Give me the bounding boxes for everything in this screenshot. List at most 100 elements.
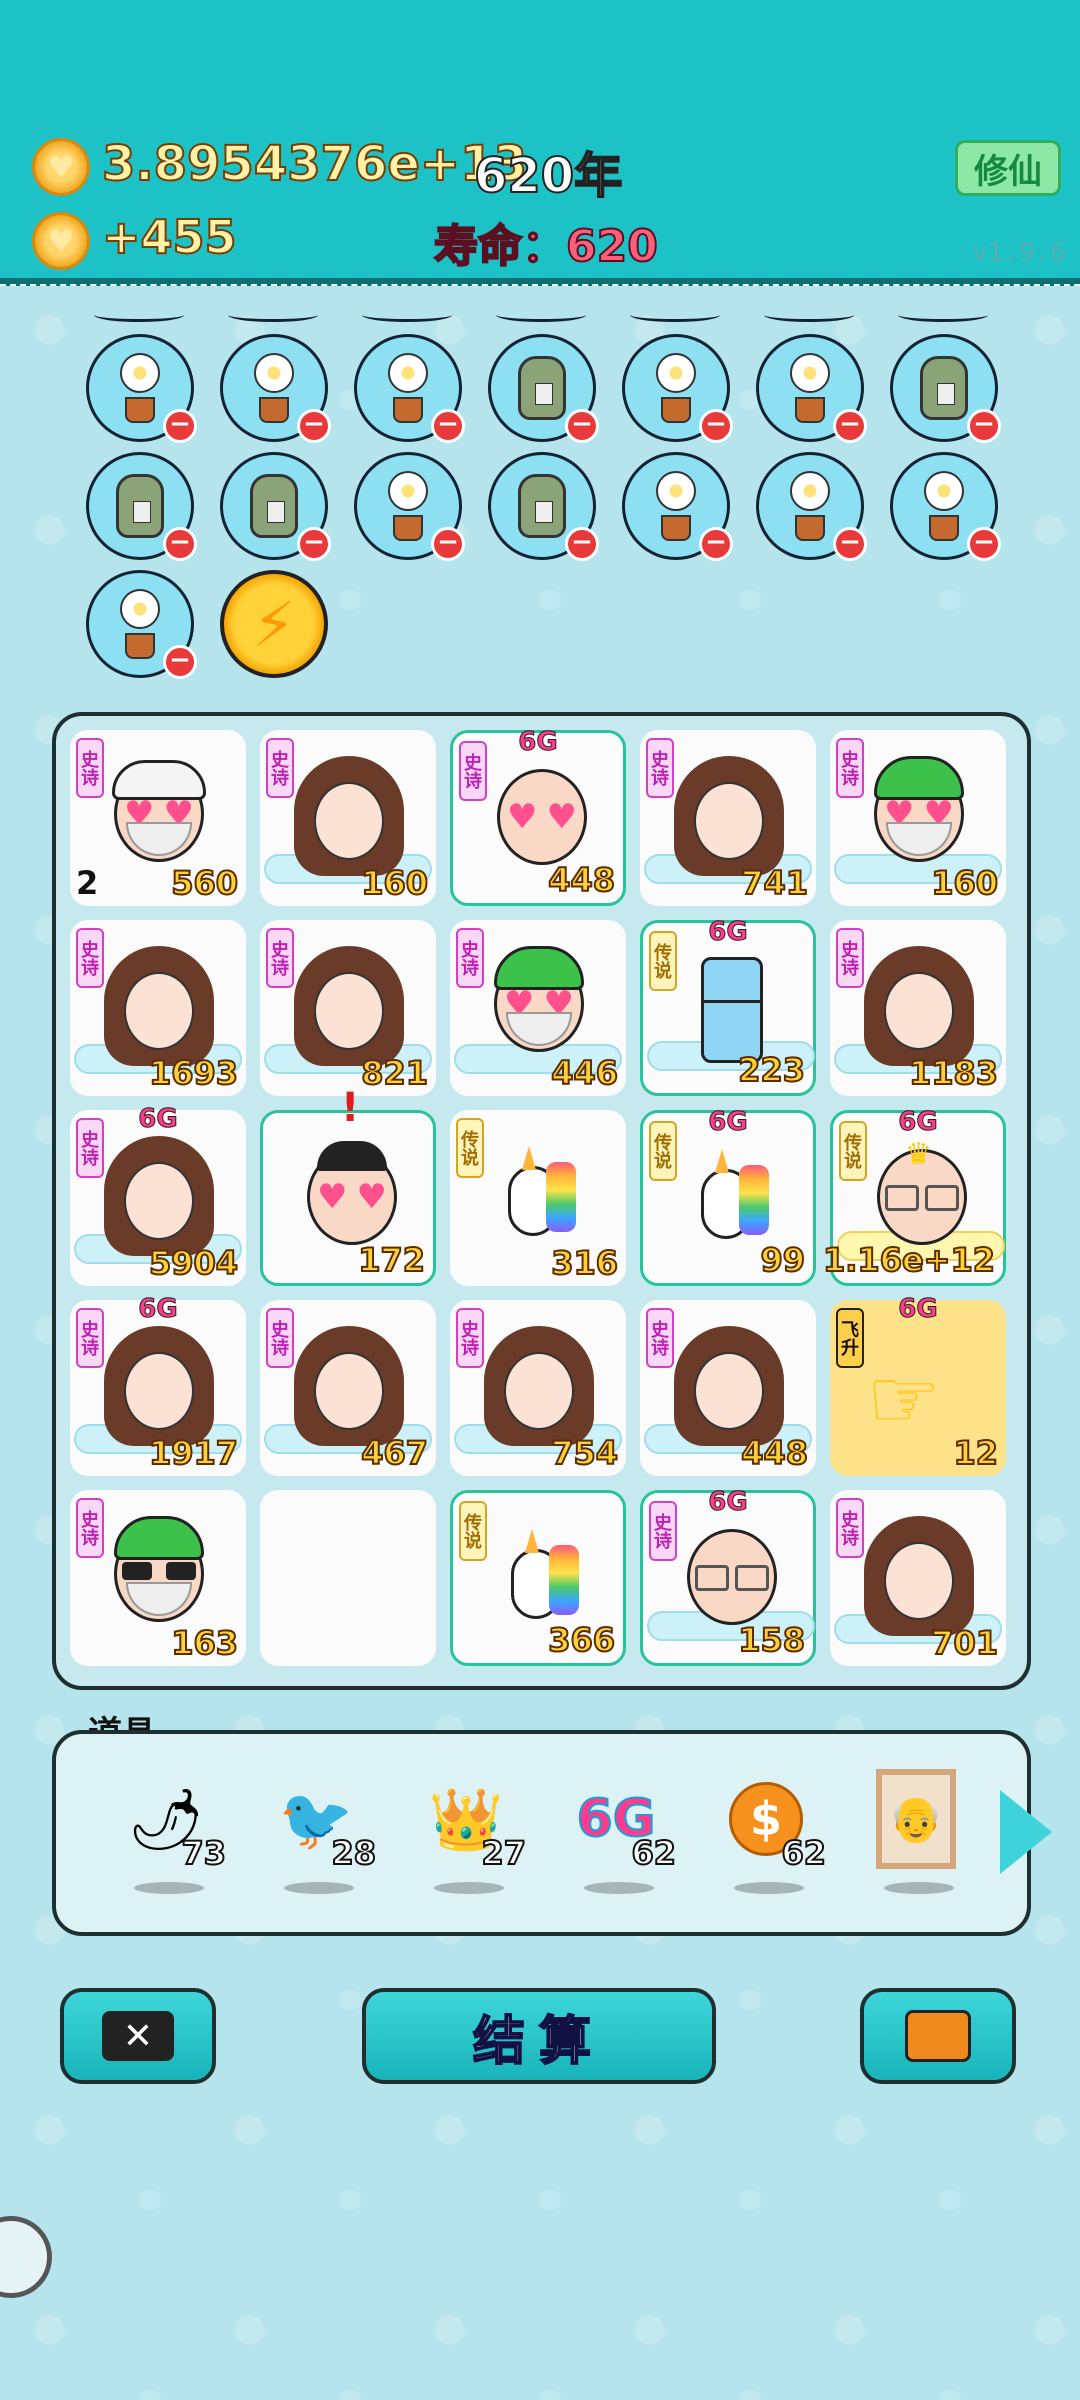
briefcase-icon [905,2010,971,2062]
close-icon: ✕ [102,2011,174,2061]
settle-button[interactable]: 结算 [362,1988,716,2084]
inventory-bubble[interactable]: − [86,452,197,561]
board-cell[interactable]: 史诗 6G 448 [450,727,626,906]
item-slot[interactable]: 👴 [866,1769,976,1894]
board-cell[interactable]: 史诗 2 560 [70,730,246,906]
bubble-partial [764,308,854,322]
board-cell[interactable]: 史诗 701 [830,1490,1006,1666]
item-count: 28 [330,1833,377,1873]
board-cell[interactable]: 史诗 446 [450,920,626,1096]
sack-icon [920,356,968,420]
board-cell[interactable]: 史诗 754 [450,1300,626,1476]
item-count: 27 [480,1833,527,1873]
inventory-bubble[interactable]: − [354,334,465,443]
board-cell[interactable]: 史诗 160 [830,730,1006,906]
minus-icon[interactable]: − [699,409,733,443]
inventory-bubble[interactable]: − [622,452,733,561]
board-cell[interactable]: 史诗 467 [260,1300,436,1476]
fridge-icon [701,957,763,1063]
inventory-bubble[interactable]: − [756,334,867,443]
minus-icon[interactable]: − [833,409,867,443]
item-slot[interactable]: 🌶 73 [116,1774,227,1894]
inventory-bubble[interactable]: − [220,452,331,561]
empty-cell[interactable] [260,1490,436,1666]
items-panel: 🌶 73 🐦 28 👑 27 6G 62 $62 👴 [52,1730,1031,1936]
minus-icon[interactable]: − [163,409,197,443]
minus-icon[interactable]: − [431,409,465,443]
lightning-boost-icon[interactable]: ⚡ [220,570,328,678]
rarity-tag: 传说 [459,1501,487,1561]
inventory-bubble[interactable]: − [488,334,599,443]
inventory-bubble[interactable]: − [622,334,733,443]
items-next-arrow-icon[interactable] [1000,1790,1052,1874]
minus-icon[interactable]: − [163,527,197,561]
rarity-tag: 史诗 [266,738,294,798]
board-cell[interactable]: 史诗 6G 5904 [70,1104,246,1286]
board-cell[interactable]: 史诗 1183 [830,920,1006,1096]
inventory-bubble[interactable]: − [220,334,331,443]
inventory-bubble[interactable]: − [86,334,197,443]
minus-icon[interactable]: − [565,527,599,561]
minus-icon[interactable]: − [967,409,1001,443]
item-slot[interactable]: 6G 62 [566,1774,677,1894]
item-count: 73 [180,1833,227,1873]
rarity-tag: 史诗 [649,1501,677,1561]
cell-value: 160 [930,863,999,903]
bubble-partial [94,308,184,322]
close-button[interactable]: ✕ [60,1988,216,2084]
item-slot[interactable]: 🐦 28 [266,1774,377,1894]
inventory-bubble[interactable]: − [890,334,1001,443]
inventory-bubble[interactable]: − [890,452,1001,561]
minus-icon[interactable]: − [699,527,733,561]
flower-pot-icon [383,471,433,541]
board-cell[interactable]: 史诗 163 [70,1490,246,1666]
board-cell[interactable]: 传说 366 [450,1490,626,1666]
board-cell[interactable]: 史诗 6G 158 [640,1487,816,1666]
girl-avatar [104,1326,214,1446]
minus-icon[interactable]: − [833,527,867,561]
board-cell[interactable]: ! 172 [260,1085,436,1286]
board-cell[interactable]: 传说 6G 223 [640,917,816,1096]
green-helmet-avatar [104,1516,214,1636]
bag-button[interactable] [860,1988,1016,2084]
board-cell[interactable]: 史诗 821 [260,920,436,1096]
minus-icon[interactable]: − [431,527,465,561]
inventory-bubble[interactable]: − [354,452,465,561]
board-cell[interactable]: 史诗 6G 1917 [70,1294,246,1476]
minus-icon[interactable]: − [565,409,599,443]
rarity-tag: 飞升 [836,1308,864,1368]
flower-pot-icon [785,353,835,423]
board-cell[interactable]: 传说 6G 99 [640,1107,816,1286]
item-slot[interactable]: 👑 27 [416,1774,527,1894]
rarity-tag: 史诗 [266,1308,294,1368]
cell-value: 163 [170,1623,239,1663]
cultivate-button[interactable]: 修仙 [955,140,1061,196]
item-slot[interactable]: $62 [716,1774,827,1894]
flower-pot-icon [115,353,165,423]
board-cell[interactable]: 史诗 160 [260,730,436,906]
minus-icon[interactable]: − [163,645,197,679]
cell-value: 172 [357,1240,426,1280]
minus-icon[interactable]: − [297,409,331,443]
rarity-tag: 传说 [456,1118,484,1178]
inventory-bubble[interactable]: − [86,570,197,679]
cell-value: 446 [550,1053,619,1093]
board-cell[interactable]: 史诗 741 [640,730,816,906]
years-counter: 620年 [473,147,623,205]
board-cell[interactable]: ☞ 飞升 6G 12 [830,1294,1006,1476]
cell-value: 5904 [148,1243,239,1283]
minus-icon[interactable]: − [967,527,1001,561]
bubble-partial [228,308,318,322]
board-cell[interactable]: 史诗 1693 [70,920,246,1096]
board-cell[interactable]: 史诗 448 [640,1300,816,1476]
board-cell[interactable]: 传说 316 [450,1110,626,1286]
minus-icon[interactable]: − [297,527,331,561]
cell-value: 701 [930,1623,999,1663]
cell-value: 99 [759,1240,806,1280]
inventory-bubble[interactable]: − [756,452,867,561]
board-cell[interactable]: ♛ 传说 6G 1.16e+12 [822,1107,1006,1286]
income-rate: +455 [101,209,238,265]
cell-value: 1.16e+12 [822,1240,996,1280]
inventory-bubble[interactable]: − [488,452,599,561]
cell-value: 754 [550,1433,619,1473]
